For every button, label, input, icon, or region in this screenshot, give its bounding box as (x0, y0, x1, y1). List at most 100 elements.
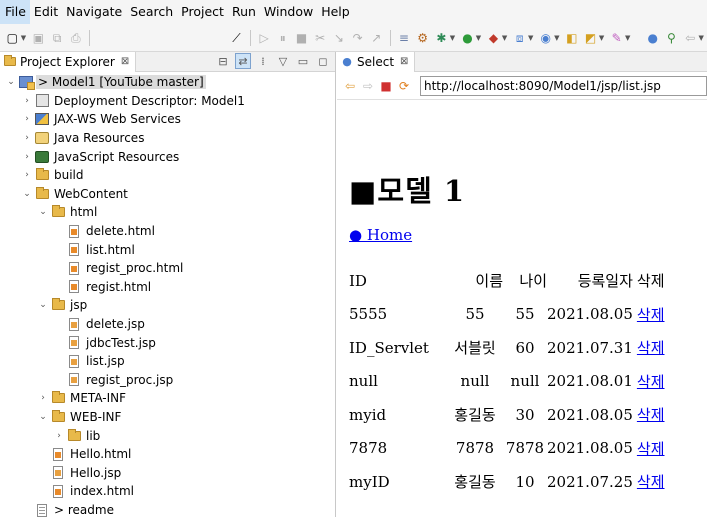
delete-link[interactable]: 삭제 (637, 306, 665, 324)
delete-link[interactable]: 삭제 (637, 440, 665, 458)
tree-item[interactable]: Hello.html (38, 445, 133, 464)
step-over-icon[interactable]: ↷ (350, 30, 365, 46)
tree-item[interactable]: jdbcTest.jsp (54, 333, 158, 352)
menu-search[interactable]: Search (126, 0, 177, 24)
tree-item[interactable]: ⌄ WebContent (22, 185, 130, 204)
maximize-icon[interactable]: ◻ (315, 53, 331, 69)
delete-link[interactable]: 삭제 (637, 373, 665, 391)
delete-link[interactable]: 삭제 (637, 339, 665, 357)
tree-item[interactable]: regist_proc.html (54, 259, 185, 278)
collapsed-chevron-icon[interactable]: › (22, 152, 32, 162)
new-icon[interactable]: ▢ (5, 30, 20, 46)
tree-item[interactable]: list.html (54, 240, 137, 259)
back-arrow-icon[interactable]: ⇦ (342, 79, 358, 93)
collapse-all-icon[interactable]: ⊟ (215, 53, 231, 69)
back-icon[interactable]: ⇦ (683, 30, 698, 46)
open-task-dropdown-icon[interactable]: ▼ (599, 34, 604, 42)
print-icon[interactable]: ⎙ (69, 30, 84, 46)
menu-navigate[interactable]: Navigate (62, 0, 126, 24)
tree-item[interactable]: ⌄ WEB-INF (38, 408, 123, 427)
close-icon[interactable]: ⊠ (121, 56, 129, 67)
step-return-icon[interactable]: ↗ (369, 30, 384, 46)
filter-icon[interactable]: ⁞ (255, 53, 271, 69)
tree-item[interactable]: › build (22, 166, 86, 185)
tree-item[interactable]: › lib (54, 426, 102, 445)
new-dropdown-icon[interactable]: ▼ (21, 34, 26, 42)
use-step-filters-icon[interactable]: ≡ (397, 30, 412, 46)
delete-link[interactable]: 삭제 (637, 406, 665, 424)
save-all-icon[interactable]: ⧉ (50, 30, 65, 46)
collapsed-chevron-icon[interactable]: › (22, 96, 32, 106)
tree-item[interactable]: delete.html (54, 222, 157, 241)
external-tools-dropdown-icon[interactable]: ▼ (502, 34, 507, 42)
tree-item[interactable]: > readme (22, 501, 116, 517)
debug-icon[interactable]: ✱ (434, 30, 449, 46)
back-dropdown-icon[interactable]: ▼ (698, 34, 703, 42)
link-with-editor-icon[interactable]: ⇄ (235, 53, 251, 69)
tree-item[interactable]: index.html (38, 482, 136, 501)
collapsed-chevron-icon[interactable]: › (54, 431, 64, 441)
tree-item[interactable]: regist_proc.jsp (54, 371, 175, 390)
menu-window[interactable]: Window (260, 0, 317, 24)
tree-item[interactable]: ⌄ > Model1 [YouTube master] (6, 73, 206, 92)
minimize-icon[interactable]: ▭ (295, 53, 311, 69)
menu-project[interactable]: Project (177, 0, 228, 24)
refresh-icon[interactable]: ⟳ (396, 79, 412, 93)
skip-breakpoints-icon[interactable]: ⟋ (229, 30, 244, 46)
menu-file[interactable]: File (0, 0, 30, 24)
view-menu-icon[interactable]: ▽ (275, 53, 291, 69)
open-type-icon[interactable]: ◧ (564, 30, 579, 46)
suspend-icon[interactable]: ⏸ (275, 30, 290, 46)
new-class-icon[interactable]: ◉ (538, 30, 553, 46)
close-icon[interactable]: ⊠ (400, 56, 408, 67)
stop-icon[interactable]: ■ (378, 79, 394, 93)
run-icon[interactable]: ● (460, 30, 475, 46)
url-field[interactable]: http://localhost:8090/Model1/jsp/list.js… (420, 75, 707, 96)
globe-icon[interactable]: ● (645, 30, 660, 46)
terminate-icon[interactable]: ■ (294, 30, 309, 46)
new-java-project-icon[interactable]: ⧈ (512, 30, 527, 46)
expanded-chevron-icon[interactable]: ⌄ (6, 77, 16, 87)
tree-item[interactable]: ⌄ html (38, 203, 99, 222)
tree-item[interactable]: › JAX-WS Web Services (22, 110, 183, 129)
menu-edit[interactable]: Edit (30, 0, 62, 24)
home-link[interactable]: ● Home (349, 226, 412, 244)
coverage-icon[interactable]: ⚙ (415, 30, 430, 46)
tree-item[interactable]: list.jsp (54, 352, 127, 371)
expanded-chevron-icon[interactable]: ⌄ (22, 189, 32, 199)
search-icon[interactable]: ⚲ (664, 30, 679, 46)
disconnect-icon[interactable]: ✂ (313, 30, 328, 46)
expanded-chevron-icon[interactable]: ⌄ (38, 412, 48, 422)
step-into-icon[interactable]: ↘ (332, 30, 347, 46)
tree-item[interactable]: › Java Resources (22, 129, 146, 148)
forward-arrow-icon[interactable]: ⇨ (360, 79, 376, 93)
tree-item[interactable]: › META-INF (38, 389, 128, 408)
annotation-dropdown-icon[interactable]: ▼ (625, 34, 630, 42)
run-dropdown-icon[interactable]: ▼ (476, 34, 481, 42)
new-class-dropdown-icon[interactable]: ▼ (554, 34, 559, 42)
tree-item[interactable]: › JavaScript Resources (22, 147, 181, 166)
collapsed-chevron-icon[interactable]: › (22, 170, 32, 180)
tab-project-explorer[interactable]: Project Explorer ⊠ (0, 51, 137, 72)
new-java-project-dropdown-icon[interactable]: ▼ (528, 34, 533, 42)
tree-item[interactable]: › Deployment Descriptor: Model1 (22, 92, 247, 111)
external-tools-icon[interactable]: ◆ (486, 30, 501, 46)
annotation-nav-icon[interactable]: ✎ (609, 30, 624, 46)
menu-help[interactable]: Help (317, 0, 354, 24)
menu-run[interactable]: Run (228, 0, 260, 24)
debug-dropdown-icon[interactable]: ▼ (450, 34, 455, 42)
collapsed-chevron-icon[interactable]: › (22, 114, 32, 124)
delete-link[interactable]: 삭제 (637, 473, 665, 491)
tree-item[interactable]: regist.html (54, 278, 153, 297)
expanded-chevron-icon[interactable]: ⌄ (38, 207, 48, 217)
collapsed-chevron-icon[interactable]: › (38, 393, 48, 403)
tree-item[interactable]: Hello.jsp (38, 464, 123, 483)
collapsed-chevron-icon[interactable]: › (22, 133, 32, 143)
tab-select[interactable]: ● Select ⊠ (337, 51, 416, 72)
save-icon[interactable]: ▣ (31, 30, 46, 46)
expanded-chevron-icon[interactable]: ⌄ (38, 300, 48, 310)
tree-item[interactable]: ⌄ jsp (38, 296, 89, 315)
tree-item[interactable]: delete.jsp (54, 315, 147, 334)
resume-icon[interactable]: ▷ (257, 30, 272, 46)
open-task-icon[interactable]: ◩ (583, 30, 598, 46)
